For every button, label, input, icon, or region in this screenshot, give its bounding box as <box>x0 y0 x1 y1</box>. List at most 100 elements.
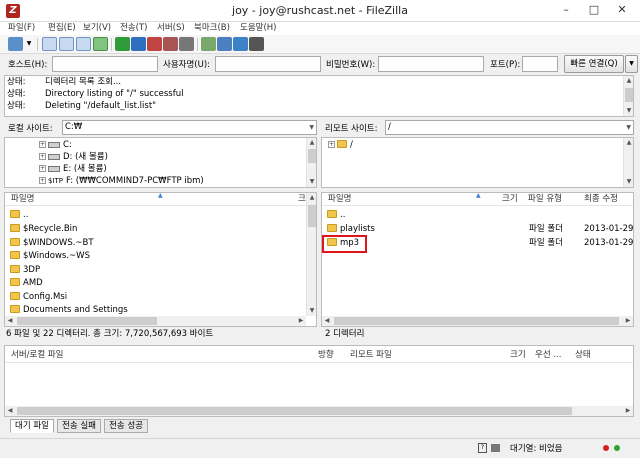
tree-item-c[interactable]: + C: <box>39 139 72 151</box>
list-item[interactable]: 3DP <box>10 264 40 277</box>
list-item[interactable]: Config.Msi <box>10 291 67 304</box>
list-item[interactable]: $Windows.~WS <box>10 250 90 263</box>
remote-tree-toggle-icon[interactable] <box>76 37 91 51</box>
scroll-right-icon[interactable]: ▶ <box>623 316 633 326</box>
quickconnect-button[interactable]: 빠른 연결(Q) <box>564 55 624 73</box>
scroll-right-icon[interactable]: ▶ <box>623 406 633 416</box>
menu-server[interactable]: 서버(S) <box>157 22 185 35</box>
disconnect-icon[interactable] <box>163 37 178 51</box>
local-path-input[interactable]: C:₩ ▼ <box>62 120 317 135</box>
scroll-left-icon[interactable]: ◀ <box>5 316 15 326</box>
column-remote-file[interactable]: 리모트 파일 <box>350 348 392 363</box>
list-item[interactable]: .. <box>10 209 28 222</box>
port-input[interactable] <box>522 56 558 72</box>
process-queue-icon[interactable] <box>131 37 146 51</box>
chevron-down-icon[interactable]: ▼ <box>626 121 631 134</box>
tree-item-f[interactable]: + $ITP F: (₩₩COMMIND7-PC₩FTP ibm) <box>39 175 204 187</box>
scroll-right-icon[interactable]: ▶ <box>296 316 306 326</box>
menu-edit[interactable]: 편집(E) <box>48 22 76 35</box>
remote-tree-scrollbar[interactable]: ▲ ▼ <box>623 138 633 187</box>
scroll-down-icon[interactable]: ▼ <box>624 106 633 116</box>
sync-browse-icon[interactable] <box>233 37 248 51</box>
column-size[interactable]: 크 <box>298 193 306 206</box>
menu-view[interactable]: 보기(V) <box>83 22 111 35</box>
column-size[interactable]: 크기 <box>502 193 518 206</box>
column-modified[interactable]: 최종 수정 <box>584 193 618 206</box>
tab-queued-files[interactable]: 대기 파일 <box>10 419 54 433</box>
tree-item-d[interactable]: + D: (새 볼륨) <box>39 151 108 163</box>
scroll-left-icon[interactable]: ◀ <box>5 406 15 416</box>
host-input[interactable] <box>52 56 158 72</box>
quickconnect-bar: 호스트(H): 사용자명(U): 비밀번호(W): 포트(P): 빠른 연결(Q… <box>0 54 640 74</box>
tree-item-e[interactable]: + E: (새 볼륨) <box>39 163 107 175</box>
cancel-icon[interactable] <box>147 37 162 51</box>
list-item[interactable]: AMD <box>10 277 43 290</box>
reconnect-icon[interactable] <box>179 37 194 51</box>
tab-successful-transfers[interactable]: 전송 성공 <box>104 419 148 433</box>
quickconnect-dropdown-button[interactable]: ▼ <box>625 55 638 73</box>
column-status[interactable]: 상태 <box>575 348 591 363</box>
scroll-left-icon[interactable]: ◀ <box>322 316 332 326</box>
local-list-hscrollbar[interactable]: ◀ ▶ <box>5 316 306 326</box>
list-item[interactable]: mp3 파일 폴더 2013-01-29 <box>327 237 633 250</box>
remote-path-input[interactable]: / ▼ <box>385 120 634 135</box>
scroll-thumb[interactable] <box>17 317 157 325</box>
column-filename[interactable]: 파일명 <box>11 193 34 206</box>
menu-help[interactable]: 도움말(H) <box>240 22 276 35</box>
menu-bookmarks[interactable]: 북마크(B) <box>194 22 230 35</box>
password-input[interactable] <box>378 56 484 72</box>
refresh-icon[interactable] <box>115 37 130 51</box>
menu-transfer[interactable]: 전송(T) <box>120 22 147 35</box>
speed-limit-icon[interactable] <box>491 444 500 452</box>
compare-icon[interactable] <box>217 37 232 51</box>
local-tree-scrollbar[interactable]: ▲ ▼ <box>306 138 316 187</box>
scroll-thumb[interactable] <box>308 149 316 163</box>
list-item[interactable]: $WINDOWS.~BT <box>10 237 94 250</box>
column-direction[interactable]: 방향 <box>318 348 334 363</box>
expand-icon[interactable]: + <box>39 165 46 172</box>
scroll-up-icon[interactable]: ▲ <box>624 76 633 86</box>
scroll-down-icon[interactable]: ▼ <box>307 177 316 187</box>
scroll-thumb[interactable] <box>625 88 633 102</box>
remote-list-hscrollbar[interactable]: ◀ ▶ <box>322 316 633 326</box>
scroll-down-icon[interactable]: ▼ <box>624 177 633 187</box>
local-tree-toggle-icon[interactable] <box>59 37 74 51</box>
expand-icon[interactable]: + <box>39 141 46 148</box>
user-input[interactable] <box>215 56 321 72</box>
local-list-scrollbar[interactable]: ▲ ▼ <box>306 193 316 316</box>
queue-hscrollbar[interactable]: ◀ ▶ <box>5 406 633 416</box>
scroll-thumb[interactable] <box>334 317 619 325</box>
encryption-icon[interactable]: ? <box>478 443 487 453</box>
scroll-thumb[interactable] <box>308 205 316 227</box>
column-priority[interactable]: 우선 ... <box>535 348 561 363</box>
minimize-button[interactable]: – <box>552 0 580 22</box>
scroll-thumb[interactable] <box>17 407 572 415</box>
column-server-file[interactable]: 서버/로컬 파일 <box>11 348 64 363</box>
list-item[interactable]: .. <box>327 209 627 222</box>
scroll-up-icon[interactable]: ▲ <box>307 138 316 148</box>
scroll-up-icon[interactable]: ▲ <box>624 138 633 148</box>
expand-icon[interactable]: + <box>328 141 335 148</box>
chevron-down-icon[interactable]: ▼ <box>309 121 314 134</box>
tree-item-root[interactable]: + / <box>328 139 353 151</box>
expand-icon[interactable]: + <box>39 177 46 184</box>
site-manager-icon[interactable] <box>8 37 23 51</box>
column-size[interactable]: 크기 <box>510 348 526 363</box>
filter-icon[interactable] <box>201 37 216 51</box>
column-filename[interactable]: 파일명 <box>328 193 351 206</box>
list-item[interactable]: $Recycle.Bin <box>10 223 77 236</box>
log-scrollbar[interactable]: ▲ ▼ <box>623 76 633 116</box>
list-item[interactable]: playlists 파일 폴더 2013-01-29 <box>327 223 633 236</box>
scroll-up-icon[interactable]: ▲ <box>307 193 316 203</box>
search-icon[interactable] <box>249 37 264 51</box>
maximize-button[interactable]: □ <box>580 0 608 22</box>
scroll-down-icon[interactable]: ▼ <box>307 306 316 316</box>
close-button[interactable]: ✕ <box>608 0 636 22</box>
menu-file[interactable]: 파일(F) <box>8 22 35 35</box>
column-type[interactable]: 파일 유형 <box>528 193 562 206</box>
message-log-toggle-icon[interactable] <box>42 37 57 51</box>
tab-failed-transfers[interactable]: 전송 실패 <box>57 419 101 433</box>
transfer-queue-toggle-icon[interactable] <box>93 37 108 51</box>
expand-icon[interactable]: + <box>39 153 46 160</box>
dropdown-arrow-icon[interactable]: ▼ <box>25 37 33 51</box>
